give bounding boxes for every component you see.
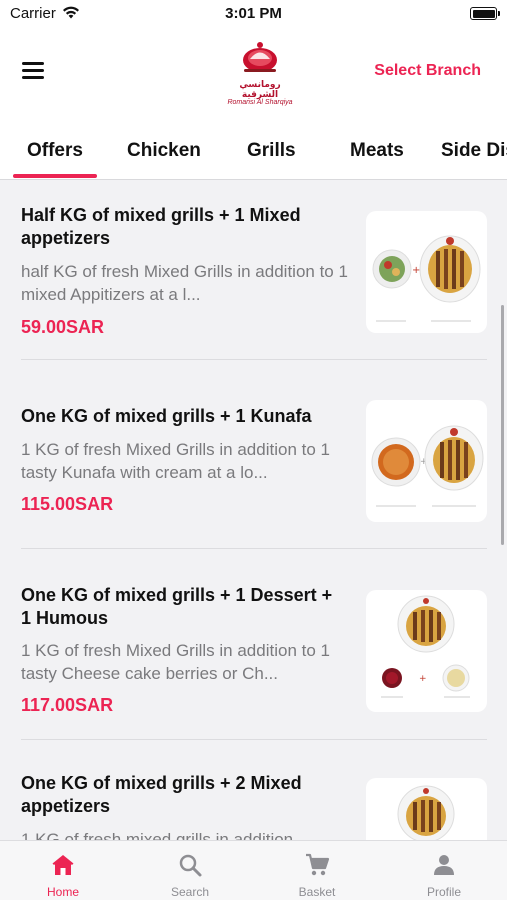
logo-dome-icon — [243, 42, 277, 72]
person-icon — [434, 855, 454, 875]
bottom-tab-bar: Home Search Basket Profile — [0, 840, 507, 900]
tab-meats[interactable]: Meats — [350, 140, 404, 162]
category-tabs: Offers Chicken Grills Meats Side Dis — [0, 118, 507, 180]
tab-profile[interactable]: Profile — [381, 841, 507, 900]
tab-chicken[interactable]: Chicken — [127, 140, 201, 162]
scroll-indicator[interactable] — [501, 305, 504, 545]
offer-title: Half KG of mixed grills + 1 Mixed appeti… — [21, 205, 301, 248]
offer-title: One KG of mixed grills + 2 Mixed appetiz… — [21, 773, 302, 816]
offer-description: 1 KG of fresh Mixed Grills in addition t… — [21, 440, 330, 482]
offer-image: + — [366, 590, 487, 712]
offer-price: 115.00SAR — [21, 494, 114, 514]
tab-basket-label: Basket — [298, 885, 336, 899]
list-divider — [21, 359, 487, 360]
offer-price: 117.00SAR — [21, 695, 114, 715]
list-divider — [21, 548, 487, 549]
battery-icon — [470, 7, 500, 20]
restaurant-logo: رومانسي الشرقية Romansi Al Sharqiya — [222, 38, 298, 106]
tab-offers[interactable]: Offers — [27, 140, 83, 162]
hamburger-menu-icon[interactable] — [22, 62, 48, 84]
offer-item[interactable]: Half KG of mixed grills + 1 Mixed appeti… — [0, 180, 507, 370]
cart-icon — [306, 853, 330, 876]
tab-search[interactable]: Search — [127, 841, 253, 900]
status-bar: Carrier 3:01 PM — [0, 0, 507, 28]
clock: 3:01 PM — [225, 5, 282, 22]
offer-price: 59.00SAR — [21, 317, 105, 337]
offer-image — [366, 778, 487, 840]
offer-image: + — [366, 211, 487, 333]
tab-side-dishes[interactable]: Side Dis — [441, 140, 507, 162]
active-tab-indicator — [13, 174, 97, 178]
offer-list[interactable]: Half KG of mixed grills + 1 Mixed appeti… — [0, 180, 507, 840]
offer-description: half KG of fresh Mixed Grills in additio… — [21, 262, 348, 304]
app-header: رومانسي الشرقية Romansi Al Sharqiya Sele… — [0, 28, 507, 118]
offer-item[interactable]: One KG of mixed grills + 1 Dessert + 1 H… — [0, 560, 507, 750]
tab-profile-label: Profile — [426, 885, 461, 899]
tab-grills[interactable]: Grills — [247, 140, 296, 162]
logo-text-english: Romansi Al Sharqiya — [227, 99, 293, 106]
tab-search-label: Search — [170, 885, 210, 899]
offer-image: + — [366, 400, 487, 522]
select-branch-button[interactable]: Select Branch — [374, 62, 481, 80]
search-icon — [179, 854, 202, 877]
tab-basket[interactable]: Basket — [254, 841, 380, 900]
offer-title: One KG of mixed grills + 1 Dessert + 1 H… — [21, 585, 333, 628]
tab-home[interactable]: Home — [0, 841, 126, 900]
offer-description: 1 KG of fresh mixed grills in addition — [21, 830, 294, 840]
offer-item[interactable]: One KG of mixed grills + 1 Kunafa 1 KG o… — [0, 370, 507, 560]
list-divider — [21, 739, 487, 740]
home-icon — [52, 855, 74, 875]
offer-item[interactable]: One KG of mixed grills + 2 Mixed appetiz… — [0, 750, 507, 840]
logo-text-arabic: رومانسي الشرقية — [239, 79, 281, 99]
offer-description: 1 KG of fresh Mixed Grills in addition t… — [21, 641, 330, 683]
svg-text:+: + — [419, 674, 427, 684]
offer-title: One KG of mixed grills + 1 Kunafa — [21, 406, 312, 426]
svg-text:+: + — [412, 265, 420, 276]
tab-home-label: Home — [46, 885, 79, 899]
